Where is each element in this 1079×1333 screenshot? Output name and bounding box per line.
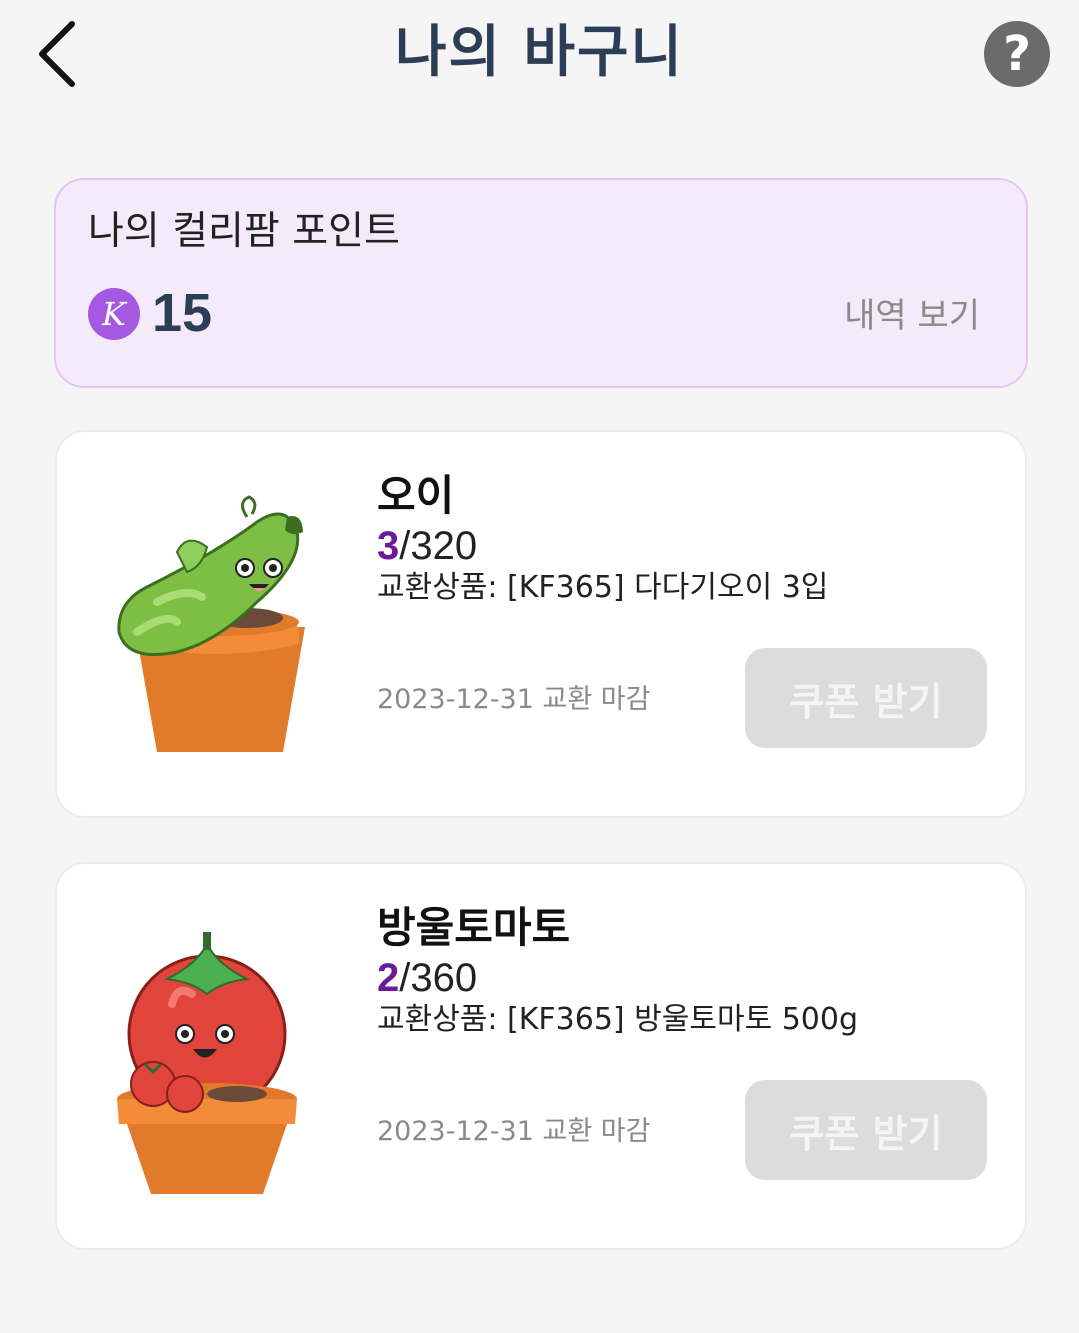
header: 나의 바구니 ? bbox=[0, 0, 1079, 110]
coupon-button[interactable]: 쿠폰 받기 bbox=[745, 1080, 987, 1180]
product-exchange: 교환상품: [KF365] 다다기오이 3입 bbox=[377, 570, 829, 605]
k-point-icon: K bbox=[88, 288, 140, 340]
progress-current: 2 bbox=[377, 956, 400, 1000]
question-icon: ? bbox=[1003, 26, 1031, 82]
progress-current: 3 bbox=[377, 524, 400, 568]
product-name: 방울토마토 bbox=[377, 903, 571, 952]
progress-total: /320 bbox=[399, 524, 478, 568]
points-card: 나의 컬리팜 포인트 K 15 내역 보기 bbox=[54, 178, 1028, 388]
product-exchange: 교환상품: [KF365] 방울토마토 500g bbox=[377, 1002, 859, 1037]
tomato-pot-icon bbox=[117, 932, 297, 1194]
product-progress: 3/320 bbox=[377, 522, 477, 570]
history-link[interactable]: 내역 보기 bbox=[844, 294, 980, 338]
cucumber-pot-icon bbox=[117, 495, 305, 752]
product-card-tomato: 방울토마토 2/360 교환상품: [KF365] 방울토마토 500g 202… bbox=[55, 862, 1027, 1250]
product-deadline: 2023-12-31 교환 마감 bbox=[377, 1116, 651, 1147]
help-button[interactable]: ? bbox=[984, 21, 1050, 87]
points-value: 15 bbox=[152, 283, 213, 343]
coupon-button[interactable]: 쿠폰 받기 bbox=[745, 648, 987, 748]
page-title: 나의 바구니 bbox=[394, 20, 685, 85]
app-root: 나의 바구니 ? 나의 컬리팜 포인트 K 15 내역 보기 오이 3/320 … bbox=[0, 0, 1079, 1333]
product-card-cucumber: 오이 3/320 교환상품: [KF365] 다다기오이 3입 2023-12-… bbox=[55, 430, 1027, 818]
product-name: 오이 bbox=[377, 471, 455, 520]
product-progress: 2/360 bbox=[377, 954, 477, 1002]
points-title: 나의 컬리팜 포인트 bbox=[88, 209, 400, 254]
progress-total: /360 bbox=[399, 956, 478, 1000]
product-deadline: 2023-12-31 교환 마감 bbox=[377, 684, 651, 715]
